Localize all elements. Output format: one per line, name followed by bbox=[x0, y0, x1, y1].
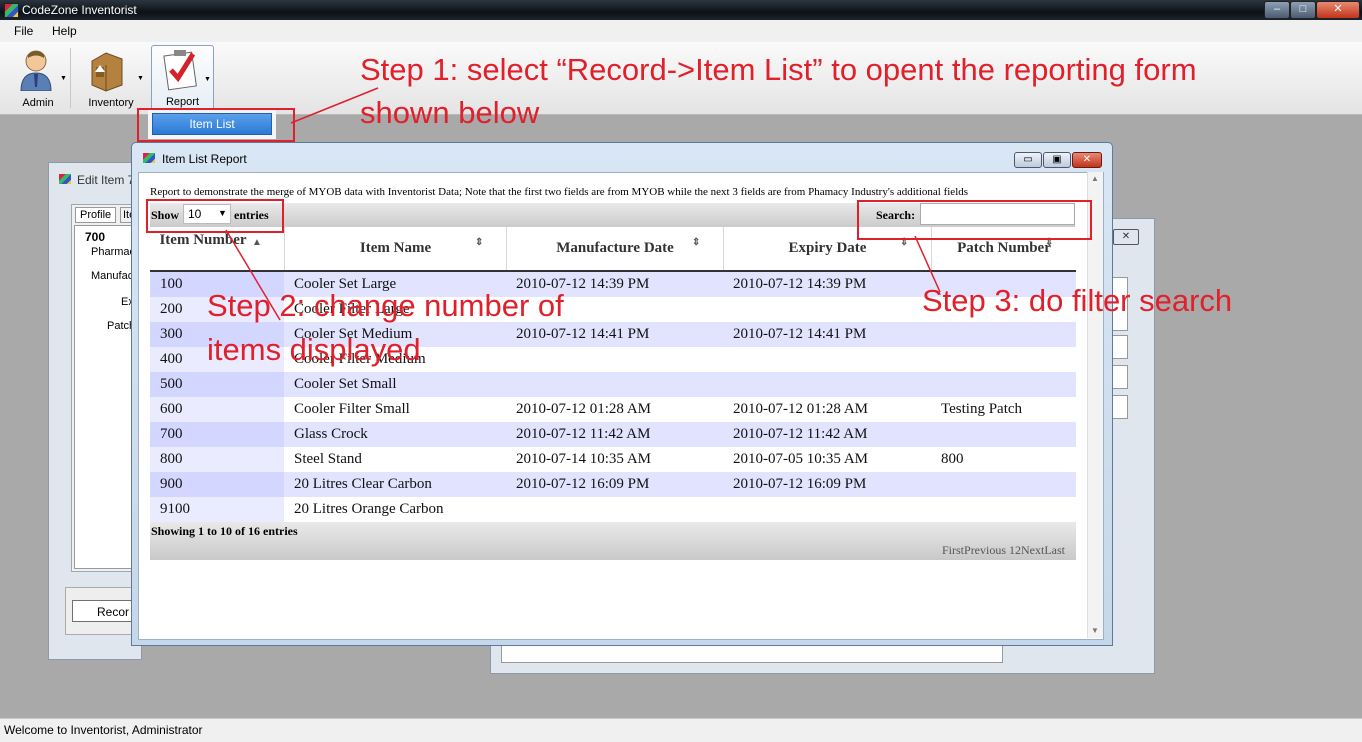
step3-annotation: Step 3: do filter search bbox=[922, 283, 1233, 318]
annotation-lines bbox=[225, 87, 941, 321]
step1-annotation-line1: Step 1: select “Record->Item List” to op… bbox=[360, 52, 1197, 87]
status-text: Welcome to Inventorist, Administrator bbox=[4, 723, 203, 737]
step2-annotation-line1: Step 2: change number of bbox=[207, 288, 564, 323]
step2-annotation-line2: items displayed bbox=[207, 332, 421, 367]
step1-annotation-line2: shown below bbox=[360, 95, 540, 130]
status-bar: Welcome to Inventorist, Administrator bbox=[0, 718, 1362, 742]
